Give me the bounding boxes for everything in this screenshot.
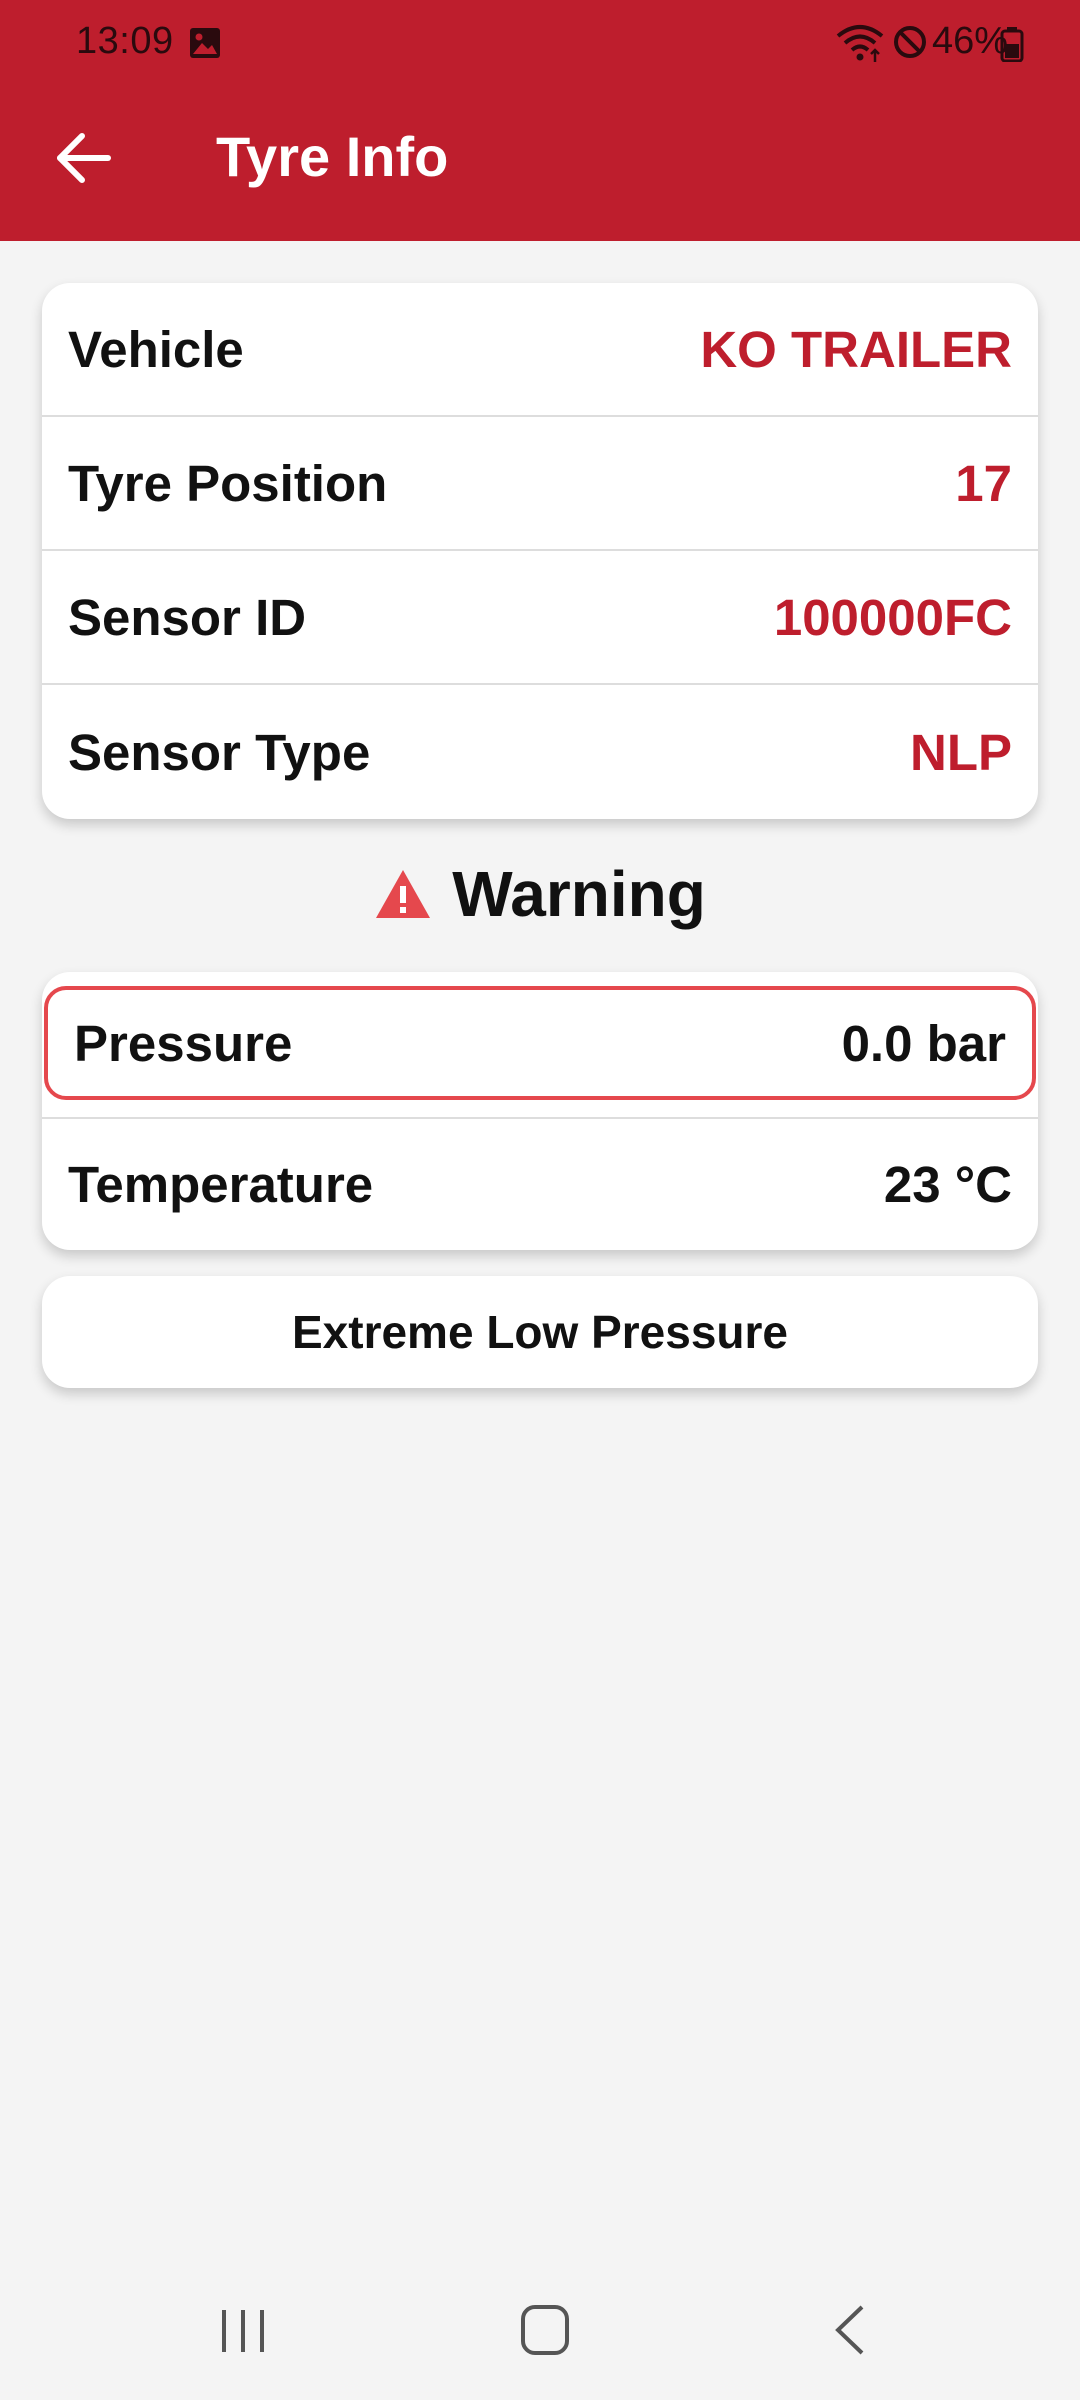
battery-percent: 46% [932,20,1009,62]
vehicle-label: Vehicle [68,320,244,378]
app-bar: 13:09 46% Tyre Info [0,0,1080,241]
home-icon[interactable] [520,2304,570,2361]
info-row-tyre-position: Tyre Position 17 [42,417,1038,551]
status-time: 13:09 [76,20,174,62]
sensor-id-label: Sensor ID [68,588,307,646]
info-row-vehicle: Vehicle KO TRAILER [42,283,1038,417]
temperature-label: Temperature [68,1156,374,1213]
status-bar: 13:09 46% [0,0,1080,88]
tyre-position-value: 17 [955,454,1012,512]
alert-status-card: Extreme Low Pressure [42,1276,1038,1388]
readings-card: Pressure 0.0 bar Temperature 23 °C [42,972,1038,1250]
info-row-sensor-id: Sensor ID 100000FC [42,551,1038,685]
sensor-id-value: 100000FC [773,588,1012,646]
warning-triangle-icon [376,870,431,918]
recent-apps-icon[interactable] [218,2308,268,2359]
info-row-sensor-type: Sensor Type NLP [42,685,1038,819]
back-button[interactable] [52,126,116,190]
tyre-info-card: Vehicle KO TRAILER Tyre Position 17 Sens… [42,283,1038,819]
temperature-value: 23 °C [883,1156,1012,1213]
pressure-row: Pressure 0.0 bar [44,986,1036,1100]
system-nav-bar [0,2260,1080,2400]
page-title: Tyre Info [216,125,449,188]
tyre-position-label: Tyre Position [68,454,388,512]
gallery-icon [188,26,222,65]
temperature-row: Temperature 23 °C [42,1117,1038,1250]
warning-title: Warning [452,858,706,930]
back-icon[interactable] [830,2304,870,2361]
sensor-type-value: NLP [910,723,1012,781]
arrow-left-icon [57,133,111,183]
battery-icon [1000,26,1024,67]
wifi-icon [835,24,885,69]
sensor-type-label: Sensor Type [68,723,371,781]
do-not-disturb-icon [892,24,928,65]
pressure-value: 0.0 bar [841,1014,1006,1072]
pressure-label: Pressure [74,1014,293,1072]
warning-heading: Warning [0,854,1080,934]
alert-text: Extreme Low Pressure [291,1306,788,1358]
vehicle-value: KO TRAILER [700,320,1012,378]
